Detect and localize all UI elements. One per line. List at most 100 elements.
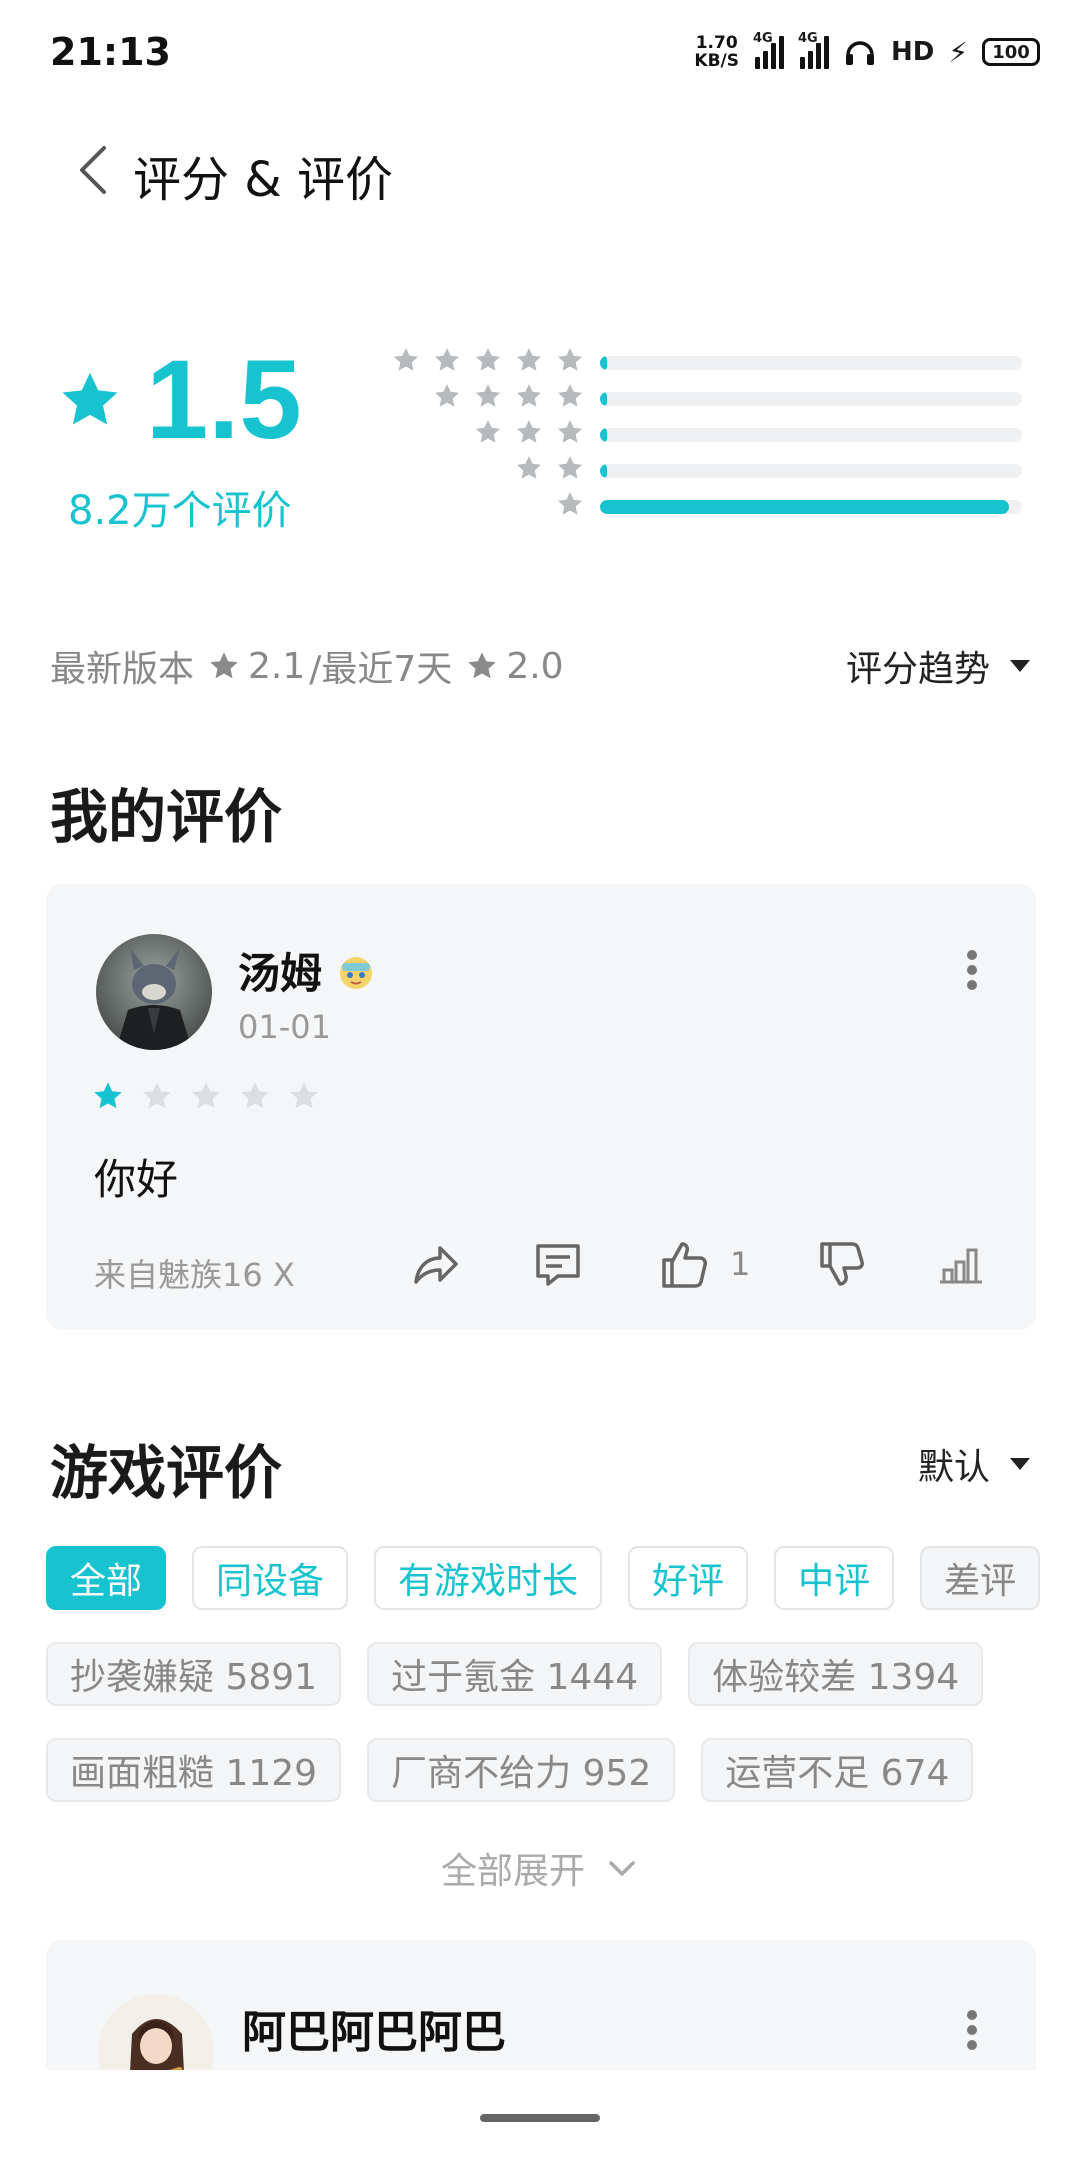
distribution-bar: [600, 392, 1022, 406]
distribution-bar-fill: [600, 500, 1010, 514]
distribution-bar: [600, 500, 1022, 514]
tag-chip[interactable]: 体验较差 1394: [688, 1642, 984, 1706]
distribution-stars: [474, 418, 584, 446]
latest-version-label: 最新版本: [50, 649, 195, 690]
chart-icon: [940, 1248, 982, 1284]
distribution-row-2-star: [380, 454, 1026, 490]
tag-chip[interactable]: 运营不足 674: [701, 1738, 974, 1802]
filter-chip[interactable]: 好评: [628, 1546, 749, 1610]
expand-all-button[interactable]: 全部展开: [0, 1842, 1080, 1894]
latest-version-score: 2.1: [248, 645, 306, 687]
review-date: 01-01: [238, 1008, 331, 1046]
dislike-button[interactable]: [814, 1236, 870, 1292]
user-name: 汤姆: [238, 940, 376, 1001]
thumbs-up-icon: [662, 1242, 707, 1288]
distribution-row-5-star: [380, 346, 1026, 382]
rating-count: 8.2万个评价: [68, 488, 292, 534]
caret-down-icon: [1010, 1458, 1030, 1470]
distribution-stars: [556, 490, 584, 518]
filter-chip-row: 全部 同设备 有游戏时长 好评 中评 差评: [46, 1546, 1046, 1610]
distribution-bar-fill: [600, 356, 607, 370]
star-icon: [434, 348, 460, 371]
star-icon: [557, 384, 583, 407]
net-speed: 1.70 KB/S: [694, 33, 739, 71]
rating-trend-dropdown[interactable]: 评分趋势: [846, 640, 1030, 692]
user-badge-icon: [340, 956, 373, 989]
star-icon: [557, 420, 583, 443]
home-indicator[interactable]: [480, 2114, 600, 2122]
distribution-bar-fill: [600, 392, 607, 406]
distribution-row-1-star: [380, 490, 1026, 526]
status-bar: 21:13 1.70 KB/S 4G 4G HD ⚡ 100: [0, 0, 1080, 110]
star-icon: [475, 348, 501, 371]
stats-button[interactable]: [932, 1236, 988, 1292]
more-options-icon[interactable]: [966, 950, 978, 990]
game-reviews-title: 游戏评价: [50, 1439, 283, 1507]
distribution-bar: [600, 428, 1022, 442]
recent-label: /最近7天: [309, 649, 453, 690]
user-name: 阿巴阿巴阿巴: [242, 2007, 506, 2058]
status-time: 21:13: [50, 30, 171, 74]
star-icon: [516, 348, 542, 371]
star-icon: [475, 384, 501, 407]
chevron-left-icon[interactable]: [68, 142, 124, 198]
tag-chip[interactable]: 画面粗糙 1129: [46, 1738, 342, 1802]
filter-chip[interactable]: 差评: [920, 1546, 1041, 1610]
review-text: 你好: [94, 1155, 179, 1204]
star-icon: [62, 372, 118, 425]
share-button[interactable]: [406, 1236, 462, 1292]
tag-chip[interactable]: 抄袭嫌疑 5891: [46, 1642, 342, 1706]
my-review-card: 汤姆 01-01 你好 来自魅族16 X 1: [46, 884, 1036, 1330]
filter-chip[interactable]: 全部: [46, 1546, 167, 1610]
distribution-bar: [600, 356, 1022, 370]
star-icon: [516, 384, 542, 407]
caret-down-icon: [1010, 660, 1030, 672]
like-count: 1: [730, 1245, 751, 1283]
distribution-stars: [515, 454, 584, 482]
rating-score: 1.5: [146, 337, 302, 462]
hd-label: HD: [890, 37, 935, 67]
star-icon: [434, 384, 460, 407]
headset-icon: [845, 41, 874, 65]
avatar[interactable]: [98, 1994, 214, 2070]
chevron-down-icon: [609, 1861, 635, 1876]
rating-distribution: [380, 346, 1026, 526]
signal-icon: 4G: [798, 31, 829, 69]
star-icon: [241, 1082, 269, 1109]
star-icon: [468, 652, 497, 679]
star-icon: [143, 1082, 171, 1109]
star-icon: [393, 348, 419, 371]
status-icons: 1.70 KB/S 4G 4G HD ⚡ 100: [694, 31, 1040, 71]
more-options-icon[interactable]: [966, 2010, 978, 2050]
distribution-stars: [392, 346, 584, 374]
review-rating-stars: [92, 1080, 320, 1112]
distribution-row-3-star: [380, 418, 1026, 454]
comment-button[interactable]: [530, 1236, 586, 1292]
filter-chip[interactable]: 同设备: [192, 1546, 349, 1610]
distribution-stars: [433, 382, 584, 410]
charging-icon: ⚡: [948, 35, 968, 69]
like-button[interactable]: 1: [656, 1236, 750, 1292]
filter-chip[interactable]: 有游戏时长: [374, 1546, 603, 1610]
tag-chip[interactable]: 过于氪金 1444: [367, 1642, 663, 1706]
tag-chip[interactable]: 厂商不给力 952: [367, 1738, 676, 1802]
star-icon: [557, 348, 583, 371]
star-icon: [475, 420, 501, 443]
thumbs-down-icon: [820, 1242, 864, 1286]
sort-label: 默认: [917, 1447, 990, 1488]
sort-dropdown[interactable]: 默认: [918, 1438, 1030, 1490]
version-rating-line: 最新版本 2.1 /最近7天 2.0: [50, 640, 564, 692]
star-icon: [557, 492, 583, 515]
tag-chip-row: 画面粗糙 1129 厂商不给力 952 运营不足 674: [46, 1738, 1046, 1802]
review-device: 来自魅族16 X: [94, 1256, 295, 1294]
review-filters: 全部 同设备 有游戏时长 好评 中评 差评 抄袭嫌疑 5891 过于氪金 1444 体验较差 …: [46, 1546, 1046, 1834]
distribution-bar-fill: [600, 464, 607, 478]
trend-label: 评分趋势: [845, 649, 990, 690]
review-card: 阿巴阿巴阿巴 昨天: [46, 1940, 1036, 2070]
comment-icon: [536, 1244, 580, 1286]
star-icon: [290, 1082, 318, 1109]
tag-chip-row: 抄袭嫌疑 5891 过于氪金 1444 体验较差 1394: [46, 1642, 1046, 1706]
avatar[interactable]: [96, 934, 212, 1050]
distribution-bar: [600, 464, 1022, 478]
filter-chip[interactable]: 中评: [774, 1546, 895, 1610]
